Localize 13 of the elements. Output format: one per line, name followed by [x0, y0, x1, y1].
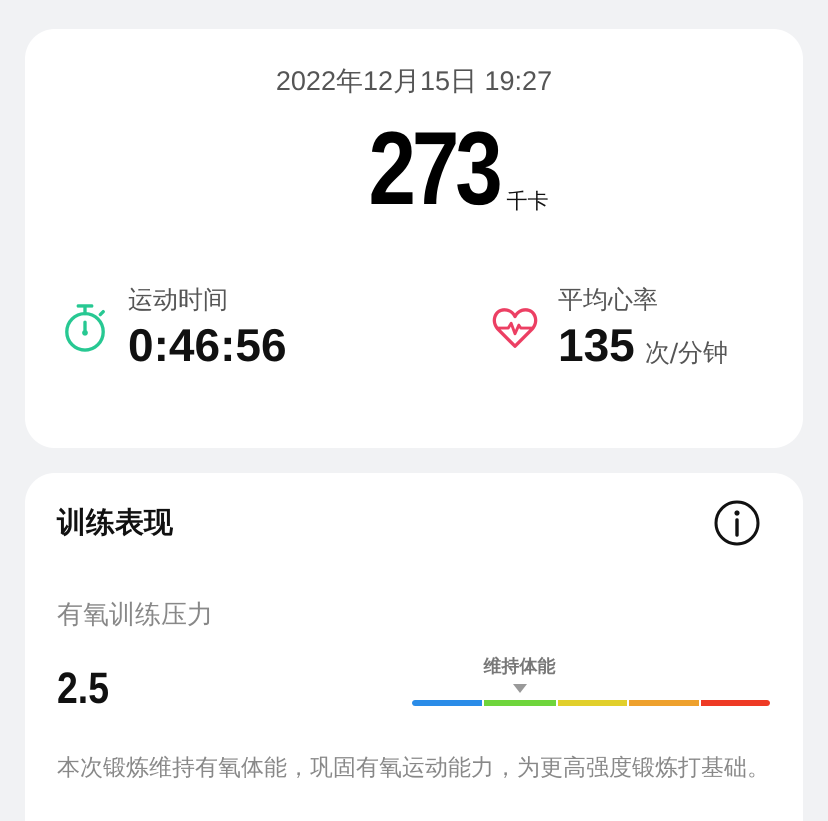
stat-value: 0:46:56: [128, 318, 287, 372]
metric-value: 2.5: [57, 664, 109, 714]
description-text: 本次锻炼维持有氧体能，巩固有氧运动能力，为更高强度锻炼打基础。: [57, 754, 771, 783]
calories-value: 273: [368, 117, 498, 221]
stat-value: 135: [558, 318, 635, 372]
calories-unit: 千卡: [506, 188, 548, 215]
stat-label: 平均心率: [558, 284, 659, 316]
scale-label: 维持体能: [484, 655, 556, 678]
section-title: 训练表现: [57, 504, 173, 541]
workout-datetime: 2022年12月15日 19:27: [276, 65, 552, 98]
stat-unit: 次/分钟: [644, 337, 728, 369]
stat-label: 运动时间: [128, 284, 229, 316]
metric-label: 有氧训练压力: [57, 599, 214, 632]
